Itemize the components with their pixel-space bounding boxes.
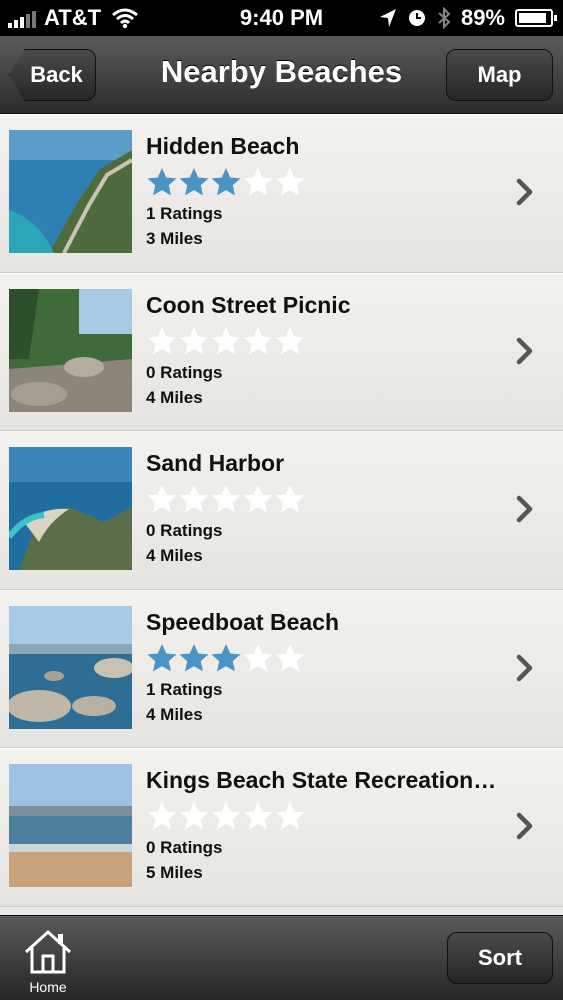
- star-empty-icon: [243, 168, 273, 196]
- star-filled-icon: [211, 168, 241, 196]
- star-empty-icon: [179, 485, 209, 513]
- star-rating: [146, 484, 306, 514]
- star-empty-icon: [243, 802, 273, 830]
- beach-thumbnail: [9, 447, 132, 570]
- beach-name: Sand Harbor: [146, 450, 285, 476]
- navigation-bar: Back Nearby Beaches Map: [0, 36, 563, 114]
- map-button-label: Map: [477, 62, 522, 87]
- beach-row[interactable]: Sand Harbor 0 Ratings 4 Miles: [0, 431, 563, 590]
- star-filled-icon: [211, 643, 241, 671]
- star-rating: [146, 643, 306, 673]
- bottom-toolbar: Home Sort: [0, 915, 563, 1000]
- star-empty-icon: [275, 326, 305, 354]
- star-empty-icon: [275, 485, 305, 513]
- star-rating: [146, 801, 306, 831]
- star-empty-icon: [147, 802, 177, 830]
- star-empty-icon: [179, 326, 209, 354]
- star-filled-icon: [147, 168, 177, 196]
- star-empty-icon: [179, 802, 209, 830]
- star-empty-icon: [243, 485, 273, 513]
- star-rating: [146, 167, 306, 197]
- ratings-count: 1 Ratings: [146, 204, 223, 223]
- beach-thumbnail: [9, 764, 132, 887]
- status-bar: AT&T 9:40 PM 89%: [0, 0, 563, 36]
- location-arrow-icon: [379, 9, 396, 27]
- star-empty-icon: [243, 643, 273, 671]
- star-filled-icon: [179, 168, 209, 196]
- distance: 4 Miles: [146, 387, 203, 407]
- beach-thumbnail: [9, 605, 132, 729]
- distance: 4 Miles: [146, 704, 203, 724]
- distance: 5 Miles: [146, 863, 203, 882]
- star-filled-icon: [147, 643, 177, 671]
- bluetooth-icon: [438, 7, 451, 29]
- star-empty-icon: [147, 485, 177, 513]
- battery-icon: [515, 9, 557, 27]
- star-empty-icon: [211, 485, 241, 513]
- chevron-right-icon: [516, 812, 533, 840]
- alarm-clock-icon: [408, 10, 425, 26]
- star-filled-icon: [179, 643, 209, 671]
- beach-thumbnail: [9, 130, 132, 253]
- beach-name: Coon Street Picnic: [146, 291, 351, 318]
- distance: 3 Miles: [146, 229, 203, 248]
- star-empty-icon: [211, 326, 241, 354]
- star-empty-icon: [147, 326, 177, 354]
- ratings-count: 0 Ratings: [146, 838, 223, 857]
- beach-row[interactable]: Hidden Beach 1 Ratings 3 Miles: [0, 114, 563, 273]
- ratings-count: 0 Ratings: [146, 362, 223, 382]
- beach-thumbnail: [9, 288, 132, 412]
- beach-row[interactable]: Kings Beach State Recreation… 0 Ratings …: [0, 748, 563, 907]
- sort-button[interactable]: Sort: [447, 932, 553, 984]
- star-rating: [146, 326, 306, 356]
- home-icon: [24, 929, 72, 974]
- beach-list[interactable]: Hidden Beach 1 Ratings 3 Miles Coon Stre…: [0, 114, 563, 915]
- beach-row[interactable]: Coon Street Picnic 0 Ratings 4 Miles: [0, 272, 563, 431]
- star-empty-icon: [275, 643, 305, 671]
- sort-button-label: Sort: [478, 945, 522, 970]
- distance: 4 Miles: [146, 546, 203, 565]
- star-empty-icon: [211, 802, 241, 830]
- star-empty-icon: [243, 326, 273, 354]
- chevron-right-icon: [516, 337, 533, 364]
- beach-name: Speedboat Beach: [146, 608, 339, 635]
- status-right: 89%: [379, 5, 557, 31]
- chevron-right-icon: [516, 495, 533, 523]
- chevron-right-icon: [516, 654, 533, 681]
- ratings-count: 0 Ratings: [146, 521, 223, 540]
- battery-percent: 89%: [460, 5, 505, 30]
- ratings-count: 1 Ratings: [146, 679, 223, 699]
- star-empty-icon: [275, 802, 305, 830]
- beach-name: Hidden Beach: [146, 133, 300, 159]
- beach-name: Kings Beach State Recreation…: [146, 767, 497, 793]
- star-empty-icon: [275, 168, 305, 196]
- beach-row[interactable]: Speedboat Beach 1 Ratings 4 Miles: [0, 589, 563, 748]
- home-button[interactable]: Home: [20, 928, 76, 995]
- home-label: Home: [29, 979, 67, 995]
- chevron-right-icon: [516, 178, 533, 206]
- map-button[interactable]: Map: [446, 49, 553, 101]
